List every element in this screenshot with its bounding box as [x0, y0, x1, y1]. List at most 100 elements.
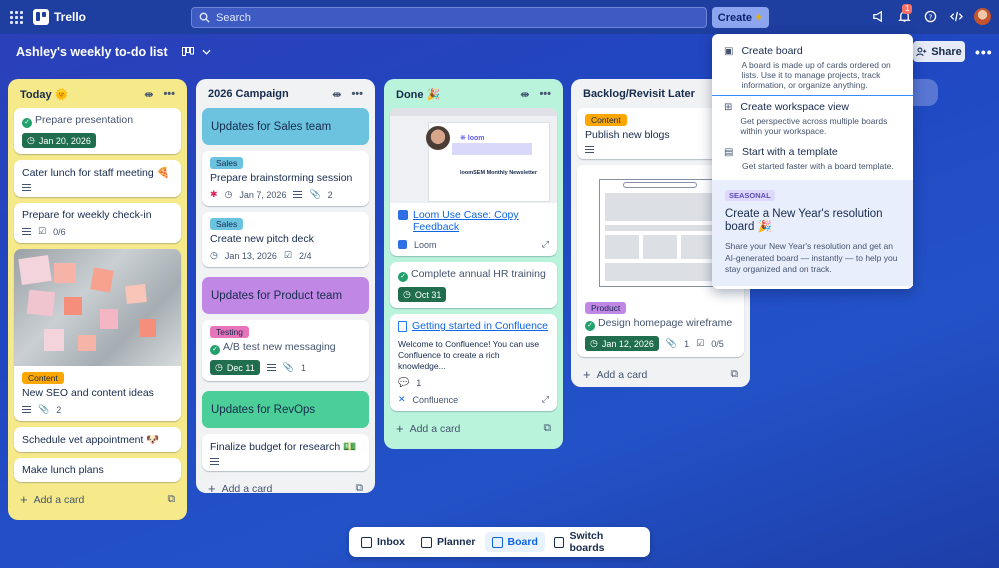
collapse-list-icon[interactable]: ⇼: [520, 88, 529, 101]
create-button[interactable]: Create ✦: [712, 7, 769, 28]
description-icon: [22, 184, 31, 191]
description-icon: [22, 406, 31, 413]
board-title[interactable]: Ashley's weekly to-do list: [16, 45, 168, 59]
card-ab-test[interactable]: Testing ✓ A/B test new messaging ◷ Dec 11 …: [202, 320, 369, 381]
help-icon[interactable]: ?: [922, 9, 938, 25]
menu-item-title: Create workspace view: [740, 101, 849, 113]
card-vet-appointment[interactable]: Schedule vet appointment 🐶: [14, 427, 181, 452]
card-template-icon[interactable]: ⧉: [731, 368, 739, 381]
expand-icon[interactable]: ⤢: [542, 394, 549, 405]
trello-logo-icon: [33, 9, 49, 25]
completed-check-icon[interactable]: ✓: [398, 272, 408, 282]
card-header-product[interactable]: Updates for Product team: [202, 277, 369, 314]
add-card-button[interactable]: + Add a card ⧉: [390, 411, 557, 436]
card-pitch-deck[interactable]: Sales Create new pitch deck ◷ Jan 13, 202…: [202, 212, 369, 267]
card-prepare-presentation[interactable]: ✓ Prepare presentation ◷ Jan 20, 2026: [14, 108, 181, 154]
card-cater-lunch[interactable]: Cater lunch for staff meeting 🍕: [14, 160, 181, 197]
menu-item-create-board[interactable]: ▣ Create board A board is made up of car…: [712, 40, 913, 96]
add-card-button[interactable]: + Add a card ⧉: [14, 482, 181, 507]
label-content[interactable]: Content: [585, 114, 627, 126]
attachment-icon: 📎: [38, 404, 50, 414]
attachment-count: 2: [56, 404, 62, 415]
description-icon: [585, 146, 594, 153]
card-template-icon[interactable]: ⧉: [168, 493, 176, 506]
menu-item-start-template[interactable]: ▤ Start with a template Get started fast…: [712, 141, 913, 176]
label-sales[interactable]: Sales: [210, 157, 244, 169]
label-product[interactable]: Product: [585, 302, 627, 314]
completed-check-icon[interactable]: ✓: [585, 321, 595, 331]
collapse-list-icon[interactable]: ⇼: [332, 88, 341, 101]
due-date-badge[interactable]: ◷ Oct 31: [398, 287, 447, 302]
app-name: Trello: [54, 10, 87, 24]
plus-icon: +: [208, 481, 216, 496]
list-title[interactable]: Today 🌞: [20, 88, 68, 101]
app-switcher-icon[interactable]: [8, 9, 24, 25]
presenter-avatar: [426, 126, 450, 150]
share-button[interactable]: Share: [913, 41, 965, 62]
attachment-icon: 📎: [282, 362, 294, 372]
nav-planner[interactable]: Planner: [414, 532, 483, 552]
add-card-button[interactable]: + Add a card ⧉: [202, 471, 369, 496]
board-icon: ▣: [724, 46, 734, 57]
board-view-switcher[interactable]: [181, 47, 211, 57]
seasonal-promo[interactable]: SEASONAL Create a New Year's resolution …: [712, 180, 913, 286]
card-title-link[interactable]: Loom Use Case: Copy Feedback: [413, 209, 549, 233]
card-brainstorming-session[interactable]: Sales Prepare brainstorming session ✱ ◷ J…: [202, 151, 369, 206]
source-name: Confluence: [412, 394, 459, 405]
sparkle-icon: ✦: [754, 12, 764, 24]
card-template-icon[interactable]: ⧉: [356, 482, 364, 495]
menu-item-desc: Get perspective across multiple boards w…: [740, 116, 888, 136]
svg-text:?: ?: [928, 12, 932, 21]
card-title: Complete annual HR training: [411, 268, 546, 280]
card-loom-use-case[interactable]: ❋ loom loomSEM Monthly Newsletter Loom U…: [390, 108, 557, 256]
user-avatar[interactable]: [974, 8, 991, 25]
card-seo-content-ideas[interactable]: Content New SEO and content ideas 📎 2: [14, 249, 181, 421]
list-title[interactable]: 2026 Campaign: [208, 88, 289, 100]
list-title[interactable]: Backlog/Revisit Later: [583, 88, 695, 100]
completed-check-icon[interactable]: ✓: [22, 118, 32, 128]
nav-switch-boards[interactable]: Switch boards: [547, 526, 645, 558]
card-finalize-budget[interactable]: Finalize budget for research 💵: [202, 434, 369, 471]
card-title: Cater lunch for staff meeting 🍕: [22, 167, 170, 179]
notifications-bell-icon[interactable]: 1: [896, 3, 913, 25]
list-menu-icon[interactable]: •••: [163, 88, 175, 101]
due-date-text: Jan 20, 2026: [38, 135, 91, 146]
card-header-revops[interactable]: Updates for RevOps: [202, 391, 369, 428]
nav-inbox[interactable]: Inbox: [354, 532, 412, 552]
list-menu-icon[interactable]: •••: [351, 88, 363, 101]
card-hr-training[interactable]: ✓ Complete annual HR training ◷ Oct 31: [390, 262, 557, 308]
add-person-icon: [916, 47, 927, 56]
due-date-badge[interactable]: ◷ Dec 11: [210, 360, 260, 375]
label-sales[interactable]: Sales: [210, 218, 244, 230]
collapse-list-icon[interactable]: ⇼: [144, 88, 153, 101]
expand-icon[interactable]: ⤢: [542, 239, 549, 250]
card-weekly-check-in[interactable]: Prepare for weekly check-in ☑ 0/6: [14, 203, 181, 243]
due-date-badge[interactable]: ◷ Jan 12, 2026: [585, 336, 659, 351]
developer-code-icon[interactable]: [948, 9, 964, 25]
due-date-text: Oct 31: [414, 289, 442, 300]
card-title: Finalize budget for research 💵: [210, 441, 357, 453]
card-template-icon[interactable]: ⧉: [544, 422, 552, 435]
card-body-text: Welcome to Confluence! You can use Confl…: [398, 339, 540, 371]
card-header-sales[interactable]: Updates for Sales team: [202, 108, 369, 145]
due-date-badge[interactable]: ◷ Jan 20, 2026: [22, 133, 96, 148]
menu-item-create-workspace-view[interactable]: ⊞ Create workspace view Get perspective …: [712, 96, 913, 141]
add-card-button[interactable]: + Add a card ⧉: [577, 357, 744, 382]
list-menu-icon[interactable]: •••: [539, 88, 551, 101]
search-icon: [199, 12, 210, 23]
card-title-link[interactable]: Getting started in Confluence: [412, 320, 548, 332]
attachment-icon: 📎: [665, 338, 678, 348]
nav-label: Planner: [437, 536, 476, 548]
chevron-down-icon: [202, 49, 211, 55]
nav-board[interactable]: Board: [484, 532, 545, 552]
label-testing[interactable]: Testing: [210, 326, 249, 338]
search-input[interactable]: Search: [191, 7, 707, 28]
board-menu-button[interactable]: •••: [975, 44, 993, 60]
trello-logo[interactable]: Trello: [33, 9, 86, 25]
label-content[interactable]: Content: [22, 372, 64, 384]
megaphone-icon[interactable]: [870, 9, 886, 25]
completed-check-icon[interactable]: ✓: [210, 345, 220, 355]
card-lunch-plans[interactable]: Make lunch plans: [14, 458, 181, 482]
list-title[interactable]: Done 🎉: [396, 88, 440, 101]
card-confluence[interactable]: Getting started in Confluence Welcome to…: [390, 314, 557, 411]
